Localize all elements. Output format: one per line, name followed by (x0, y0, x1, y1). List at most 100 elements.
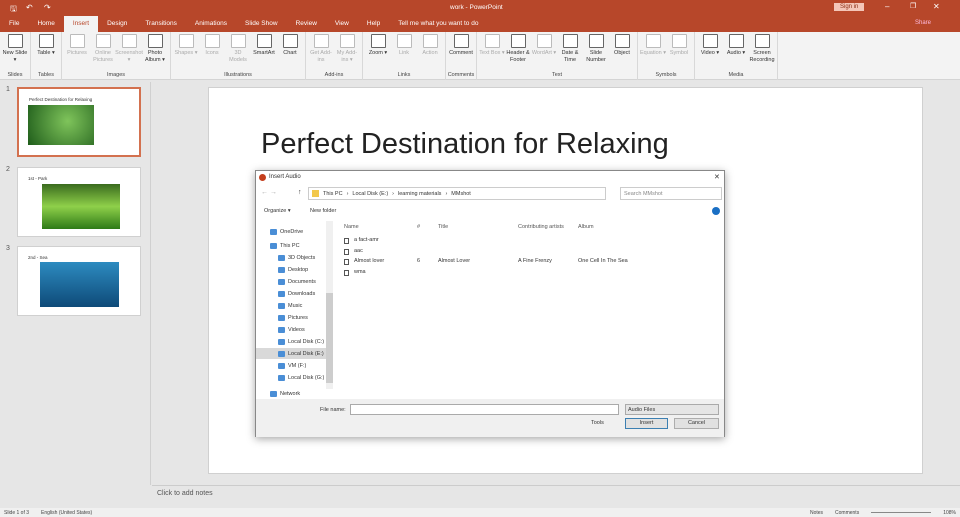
ribbon-icon (282, 34, 298, 48)
file-type-select[interactable]: Audio Files (625, 404, 719, 415)
ribbon-icon (121, 34, 137, 48)
cancel-button[interactable]: Cancel (674, 418, 719, 429)
new-folder-button[interactable]: New folder (310, 208, 336, 214)
tab-design[interactable]: Design (98, 16, 136, 32)
ribbon-icon (38, 34, 54, 48)
tab-transitions[interactable]: Transitions (136, 16, 186, 32)
dialog-footer: File name: Audio Files Tools Insert Canc… (256, 399, 724, 437)
ribbon-icon (484, 34, 500, 48)
search-input[interactable]: Search MMshot (620, 187, 722, 200)
ribbon-icon (7, 34, 23, 48)
nav-item[interactable]: This PC (270, 240, 328, 251)
file-row[interactable]: a fact-amr (341, 236, 721, 246)
ribbon-icon (614, 34, 630, 48)
ribbon-icon (536, 34, 552, 48)
nav-item[interactable]: OneDrive (270, 226, 328, 237)
file-row[interactable]: aac (341, 247, 721, 257)
redo-icon[interactable]: ↷ (44, 3, 51, 12)
group-label: Tables (38, 72, 54, 78)
group-label: Links (397, 72, 411, 78)
slide-thumbnail-2[interactable]: 1st - Park (17, 167, 141, 237)
zoom-level[interactable]: 108% (943, 510, 956, 516)
tab-review[interactable]: Review (287, 16, 326, 32)
back-button[interactable]: ← → (261, 189, 277, 196)
title-bar: 🖫 ↶ ↷ work - PowerPoint Sign in – ❐ ✕ (0, 0, 960, 16)
nav-label: Local Disk (G:) (288, 374, 325, 381)
ribbon-group-media: Video ▾ Audio ▾ Screen Recording Media (695, 32, 778, 80)
slide-thumbnail-3[interactable]: 2nd - Sea (17, 246, 141, 316)
nav-label: This PC (280, 242, 300, 249)
zoom-slider[interactable] (871, 512, 932, 513)
close-button[interactable]: ✕ (933, 2, 940, 11)
column-header[interactable]: Name (344, 224, 359, 230)
ribbon-group-slides: New Slide ▾ Slides (0, 32, 31, 80)
file-row[interactable]: Almost lover 6 Almost Lover A Fine Frenzy On… (341, 257, 721, 267)
breadcrumb[interactable]: Local Disk (E:) (352, 191, 388, 197)
tab-file[interactable]: File (0, 16, 28, 32)
insert-button[interactable]: Insert (625, 418, 668, 429)
dialog-close-button[interactable]: ✕ (714, 173, 720, 181)
tab-view[interactable]: View (326, 16, 358, 32)
sea-image (40, 262, 119, 307)
ribbon-button-label: My Add-ins ▾ (336, 50, 358, 63)
breadcrumb[interactable]: learning materials (398, 191, 441, 197)
slide-thumbnails-pane: 1 Perfect Destination for Relaxing 2 1st… (0, 82, 151, 485)
ribbon-group-text: Text Box ▾ Header & Footer WordArt ▾ Date &… (477, 32, 638, 80)
group-label: Symbols (655, 72, 677, 78)
ribbon-button-label: Shapes ▾ (174, 50, 198, 56)
tell-me-search[interactable]: Tell me what you want to do (389, 16, 487, 32)
ribbon-group-images: Pictures Online Pictures Screenshot ▾ Photo… (62, 32, 171, 80)
notes-pane[interactable]: Click to add notes (152, 485, 960, 507)
breadcrumb[interactable]: MMshot (451, 191, 471, 197)
minimize-button[interactable]: – (885, 2, 889, 11)
nav-label: Music (288, 302, 303, 309)
nav-label: OneDrive (280, 228, 304, 235)
group-label: Comments (447, 72, 475, 78)
slide-number: 1 (6, 86, 10, 93)
audio-file-icon (344, 269, 349, 276)
share-button[interactable]: Share (915, 20, 931, 26)
column-header[interactable]: Contributing artists (518, 224, 564, 230)
ribbon-button-label: Chart (283, 50, 297, 56)
notes-button[interactable]: Notes (810, 510, 823, 516)
folder-icon (270, 390, 277, 397)
audio-file-icon (344, 259, 349, 265)
organize-button[interactable]: Organize ▾ (264, 208, 291, 214)
slide-thumbnail-1[interactable]: Perfect Destination for Relaxing (17, 87, 141, 157)
ribbon-button-label: Screen Recording (749, 50, 775, 63)
file-name-input[interactable] (350, 404, 619, 415)
tab-slide-show[interactable]: Slide Show (236, 16, 287, 32)
undo-icon[interactable]: ↶ (26, 3, 33, 12)
ribbon-button-label: Icons (205, 50, 219, 56)
help-icon[interactable] (712, 207, 720, 215)
nav-item[interactable]: Network (270, 388, 328, 399)
breadcrumb[interactable]: This PC (323, 191, 343, 197)
slide-title[interactable]: Perfect Destination for Relaxing (261, 128, 669, 161)
column-header[interactable]: Title (438, 224, 448, 230)
sign-in-button[interactable]: Sign in (834, 3, 865, 11)
tab-animations[interactable]: Animations (186, 16, 236, 32)
tab-home[interactable]: Home (28, 16, 63, 32)
tools-button[interactable]: Tools (591, 420, 604, 426)
ribbon-group-links: Zoom ▾ Link Action Links (363, 32, 446, 80)
ribbon-icon (422, 34, 438, 48)
save-icon[interactable]: 🖫 (10, 3, 17, 17)
ribbon-icon (510, 34, 526, 48)
nav-scrollbar[interactable] (326, 221, 333, 389)
comments-button[interactable]: Comments (835, 510, 859, 516)
tab-help[interactable]: Help (358, 16, 389, 32)
nav-item[interactable]: Local Disk (E:) (256, 348, 326, 359)
address-bar[interactable]: This PC › Local Disk (E:) › learning mater… (308, 187, 606, 200)
language[interactable]: English (United States) (41, 510, 92, 516)
file-row[interactable]: wma (341, 268, 721, 278)
up-button[interactable]: ↑ (298, 189, 302, 196)
column-header[interactable]: Album (578, 224, 594, 230)
restore-button[interactable]: ❐ (910, 2, 916, 10)
status-bar: Slide 1 of 3 English (United States) Not… (0, 508, 960, 517)
column-header[interactable]: # (417, 224, 420, 230)
tab-insert[interactable]: Insert (63, 16, 99, 32)
slide-number: 3 (6, 245, 10, 252)
nav-label: Desktop (288, 266, 309, 273)
ribbon-icon (95, 34, 111, 48)
thumb-title: 2nd - Sea (28, 255, 48, 260)
